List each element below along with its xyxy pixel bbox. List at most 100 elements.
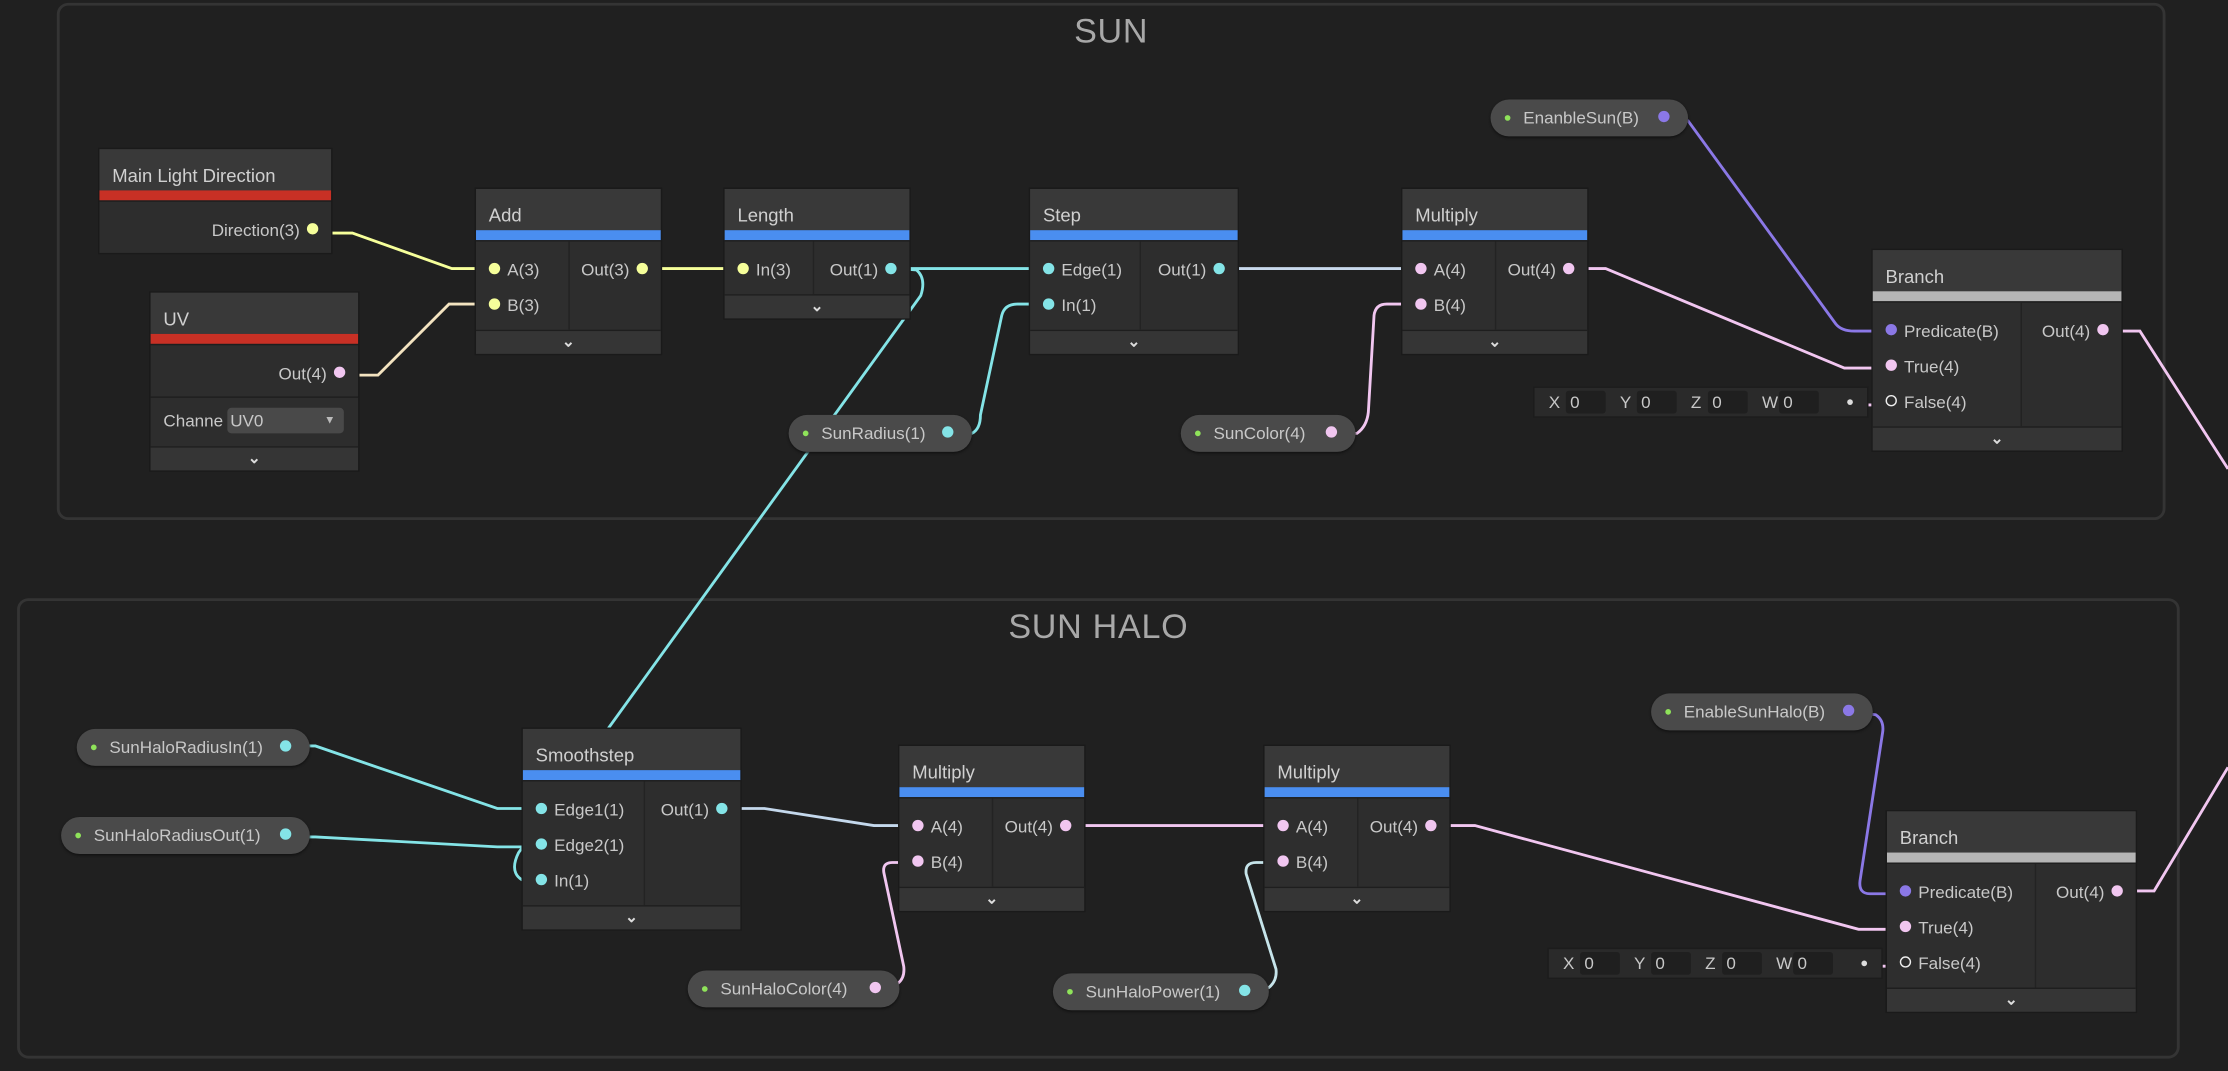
property-sun-radius[interactable]: SunRadius(1) <box>788 414 972 452</box>
expand-chevron-icon[interactable]: ⌄ <box>522 905 741 930</box>
vector-component-field[interactable]: 0 <box>1722 952 1762 975</box>
expand-chevron-icon[interactable]: ⌄ <box>476 329 661 354</box>
port-type-B[interactable] <box>1885 323 1897 336</box>
port-type-3[interactable] <box>306 223 319 235</box>
input-slot[interactable]: A(4) <box>1296 813 1328 841</box>
node-length[interactable]: Length In(3) Out(1) ⌄ <box>724 188 910 319</box>
input-slot[interactable]: B(4) <box>931 848 963 876</box>
node-main-light-direction[interactable]: Main Light Direction Direction(3) <box>99 149 332 253</box>
port-type-4[interactable] <box>1415 298 1427 310</box>
node-title[interactable]: Branch <box>1886 811 2136 853</box>
port-type-1[interactable] <box>942 426 954 438</box>
port-type-B[interactable] <box>1899 885 1912 897</box>
node-multiply-halo-b[interactable]: Multiply A(4) B(4) Out(4) ⌄ <box>1264 745 1450 911</box>
property-sun-halo-power[interactable]: SunHaloPower(1) <box>1052 973 1269 1011</box>
input-slot[interactable]: Edge(1) <box>1061 256 1122 284</box>
input-slot[interactable]: True(4) <box>1918 914 1973 942</box>
port-type-1[interactable] <box>885 262 897 275</box>
node-branch[interactable]: Branch Predicate(B) True(4) False(4) Out(4) ⌄ <box>1872 250 2122 451</box>
port-unconnected[interactable] <box>1899 956 1912 968</box>
expand-chevron-icon[interactable]: ⌄ <box>1872 426 2122 451</box>
output-slot[interactable]: Out(1) <box>1158 256 1206 284</box>
input-slot[interactable]: Edge1(1) <box>554 796 624 824</box>
port-type-4[interactable] <box>869 981 881 994</box>
vector-component-field[interactable]: 0 <box>1651 952 1691 975</box>
node-title[interactable]: Multiply <box>899 745 1085 788</box>
port-type-4[interactable] <box>1325 426 1338 438</box>
port-type-3[interactable] <box>488 298 501 310</box>
input-slot[interactable]: False(4) <box>1904 388 1967 416</box>
port-type-3[interactable] <box>737 262 749 275</box>
node-title[interactable]: UV <box>150 292 359 334</box>
output-slot[interactable]: Out(1) <box>661 796 709 824</box>
channel-dropdown[interactable]: UV0 ▼ <box>227 407 344 434</box>
port-type-1[interactable] <box>1042 298 1055 310</box>
vector-component-field[interactable]: 0 <box>1636 390 1677 414</box>
expand-chevron-icon[interactable]: ⌄ <box>724 294 910 319</box>
input-slot[interactable]: Predicate(B) <box>1918 878 2013 906</box>
port-type-1[interactable] <box>1213 262 1225 275</box>
output-slot[interactable]: Out(4) <box>1005 813 1053 841</box>
property-sun-color[interactable]: SunColor(4) <box>1180 414 1356 452</box>
input-slot[interactable]: A(3) <box>507 256 539 284</box>
output-slot[interactable]: Direction(3) <box>212 216 300 244</box>
port-type-1[interactable] <box>535 873 548 886</box>
port-type-4[interactable] <box>1415 262 1427 275</box>
port-type-4[interactable] <box>1277 855 1289 867</box>
vector-component-field[interactable]: 0 <box>1793 952 1833 975</box>
property-sun-halo-radius-out[interactable]: SunHaloRadiusOut(1) <box>61 817 310 854</box>
port-type-4[interactable] <box>912 819 924 832</box>
input-slot[interactable]: B(4) <box>1296 848 1328 876</box>
output-slot[interactable]: Out(4) <box>1370 813 1418 841</box>
node-title[interactable]: Multiply <box>1264 745 1450 788</box>
port-type-B[interactable] <box>1658 110 1670 123</box>
input-slot[interactable]: In(1) <box>1061 291 1096 319</box>
expand-chevron-icon[interactable]: ⌄ <box>1886 987 2136 1012</box>
expand-chevron-icon[interactable]: ⌄ <box>1030 329 1238 354</box>
node-smoothstep[interactable]: Smoothstep Edge1(1) Edge2(1) In(1) Out(1) ⌄ <box>522 728 741 930</box>
vector-component-field[interactable]: 0 <box>1778 390 1819 414</box>
output-slot[interactable]: Out(4) <box>2042 317 2090 345</box>
input-slot[interactable]: True(4) <box>1904 352 1959 380</box>
output-slot[interactable]: Out(1) <box>830 256 878 284</box>
expand-chevron-icon[interactable]: ⌄ <box>1402 329 1588 354</box>
port-type-4[interactable] <box>1060 819 1072 832</box>
port-type-B[interactable] <box>1842 704 1855 717</box>
node-title[interactable]: Multiply <box>1402 188 1588 231</box>
node-add[interactable]: Add A(3) B(3) Out(3) ⌄ <box>476 188 661 354</box>
node-title[interactable]: Branch <box>1872 250 2122 292</box>
port-type-4[interactable] <box>1885 359 1897 371</box>
port-type-1[interactable] <box>279 740 292 752</box>
input-slot[interactable]: A(4) <box>931 813 963 841</box>
expand-chevron-icon[interactable]: ⌄ <box>1264 886 1450 911</box>
expand-chevron-icon[interactable]: ⌄ <box>150 446 359 471</box>
port-type-4[interactable] <box>1425 819 1437 832</box>
port-type-4[interactable] <box>912 855 924 867</box>
port-type-3[interactable] <box>488 262 501 275</box>
port-type-4[interactable] <box>2111 885 2123 897</box>
port-type-1[interactable] <box>716 802 728 815</box>
property-enanble-sun[interactable]: EnanbleSun(B) <box>1490 99 1689 137</box>
input-slot[interactable]: In(3) <box>756 256 791 284</box>
vector-component-field[interactable]: 0 <box>1565 390 1606 414</box>
property-enable-sun-halo[interactable]: EnableSunHalo(B) <box>1651 693 1873 731</box>
output-slot[interactable]: Out(3) <box>581 256 629 284</box>
input-slot[interactable]: B(4) <box>1434 291 1466 319</box>
node-title[interactable]: Add <box>476 188 661 231</box>
node-title[interactable]: Smoothstep <box>522 728 741 771</box>
output-slot[interactable]: Out(4) <box>2056 878 2104 906</box>
input-slot[interactable]: Predicate(B) <box>1904 317 1999 345</box>
shader-graph-canvas[interactable]: SUN SUN HALO Main Light Direction Directi… <box>0 0 2228 1071</box>
node-multiply-halo-a[interactable]: Multiply A(4) B(4) Out(4) ⌄ <box>899 745 1085 911</box>
node-uv[interactable]: UV Out(4) Channe UV0 ▼ ⌄ <box>150 292 359 471</box>
port-type-4[interactable] <box>1563 262 1575 275</box>
port-type-1[interactable] <box>279 828 292 840</box>
node-title[interactable]: Main Light Direction <box>99 149 332 191</box>
node-multiply[interactable]: Multiply A(4) B(4) Out(4) ⌄ <box>1402 188 1588 354</box>
vector-component-field[interactable]: 0 <box>1707 390 1748 414</box>
property-sun-halo-color[interactable]: SunHaloColor(4) <box>687 970 900 1008</box>
input-slot[interactable]: B(3) <box>507 291 539 319</box>
port-type-4[interactable] <box>333 366 346 378</box>
port-type-1[interactable] <box>1042 262 1055 275</box>
port-type-1[interactable] <box>535 838 548 850</box>
